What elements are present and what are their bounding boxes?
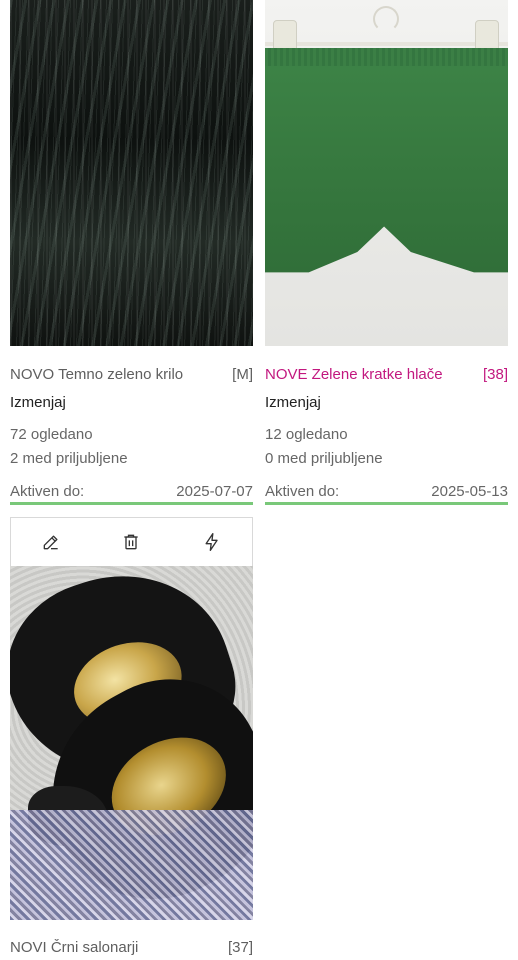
listing-title-row: NOVI Črni salonarji [37] [10,938,253,956]
active-date: 2025-05-13 [431,483,508,500]
listing-title[interactable]: NOVI Črni salonarji [10,939,138,956]
listing-stats: 12 ogledano 0 med priljubljene [265,423,508,471]
listing-card-shoes[interactable]: NOVI Črni salonarji [37] [10,517,253,956]
listing-photo[interactable] [10,566,253,920]
active-label: Aktiven do: [265,483,340,500]
listing-photo[interactable] [265,0,508,346]
listing-title-row: NOVO Temno zeleno krilo [M] [10,365,253,383]
views-count: 12 ogledano [265,426,348,443]
listing-size: [37] [227,938,253,956]
bolt-icon[interactable] [200,530,224,554]
active-label: Aktiven do: [10,483,85,500]
listing-size: [38] [482,365,508,383]
active-until: Aktiven do: 2025-07-07 [10,483,253,505]
trash-icon[interactable] [119,530,143,554]
listing-card-shorts[interactable]: NOVE Zelene kratke hlače [38] Izmenjaj 1… [265,0,508,505]
listing-toolbar [10,517,253,566]
listing-stats: 72 ogledano 2 med priljubljene [10,423,253,471]
listing-title[interactable]: NOVE Zelene kratke hlače [265,366,443,383]
views-count: 72 ogledano [10,426,93,443]
listing-title[interactable]: NOVO Temno zeleno krilo [10,366,183,383]
active-until: Aktiven do: 2025-05-13 [265,483,508,505]
listing-size: [M] [232,365,253,383]
listing-card-skirt[interactable]: NOVO Temno zeleno krilo [M] Izmenjaj 72 … [10,0,253,505]
edit-link[interactable]: Izmenjaj [10,394,253,412]
favorites-count: 2 med priljubljene [10,450,128,467]
edit-link[interactable]: Izmenjaj [265,394,508,412]
listing-photo[interactable] [10,0,253,346]
favorites-count: 0 med priljubljene [265,450,383,467]
edit-icon[interactable] [39,530,63,554]
listing-title-row: NOVE Zelene kratke hlače [38] [265,365,508,383]
active-date: 2025-07-07 [176,483,253,500]
